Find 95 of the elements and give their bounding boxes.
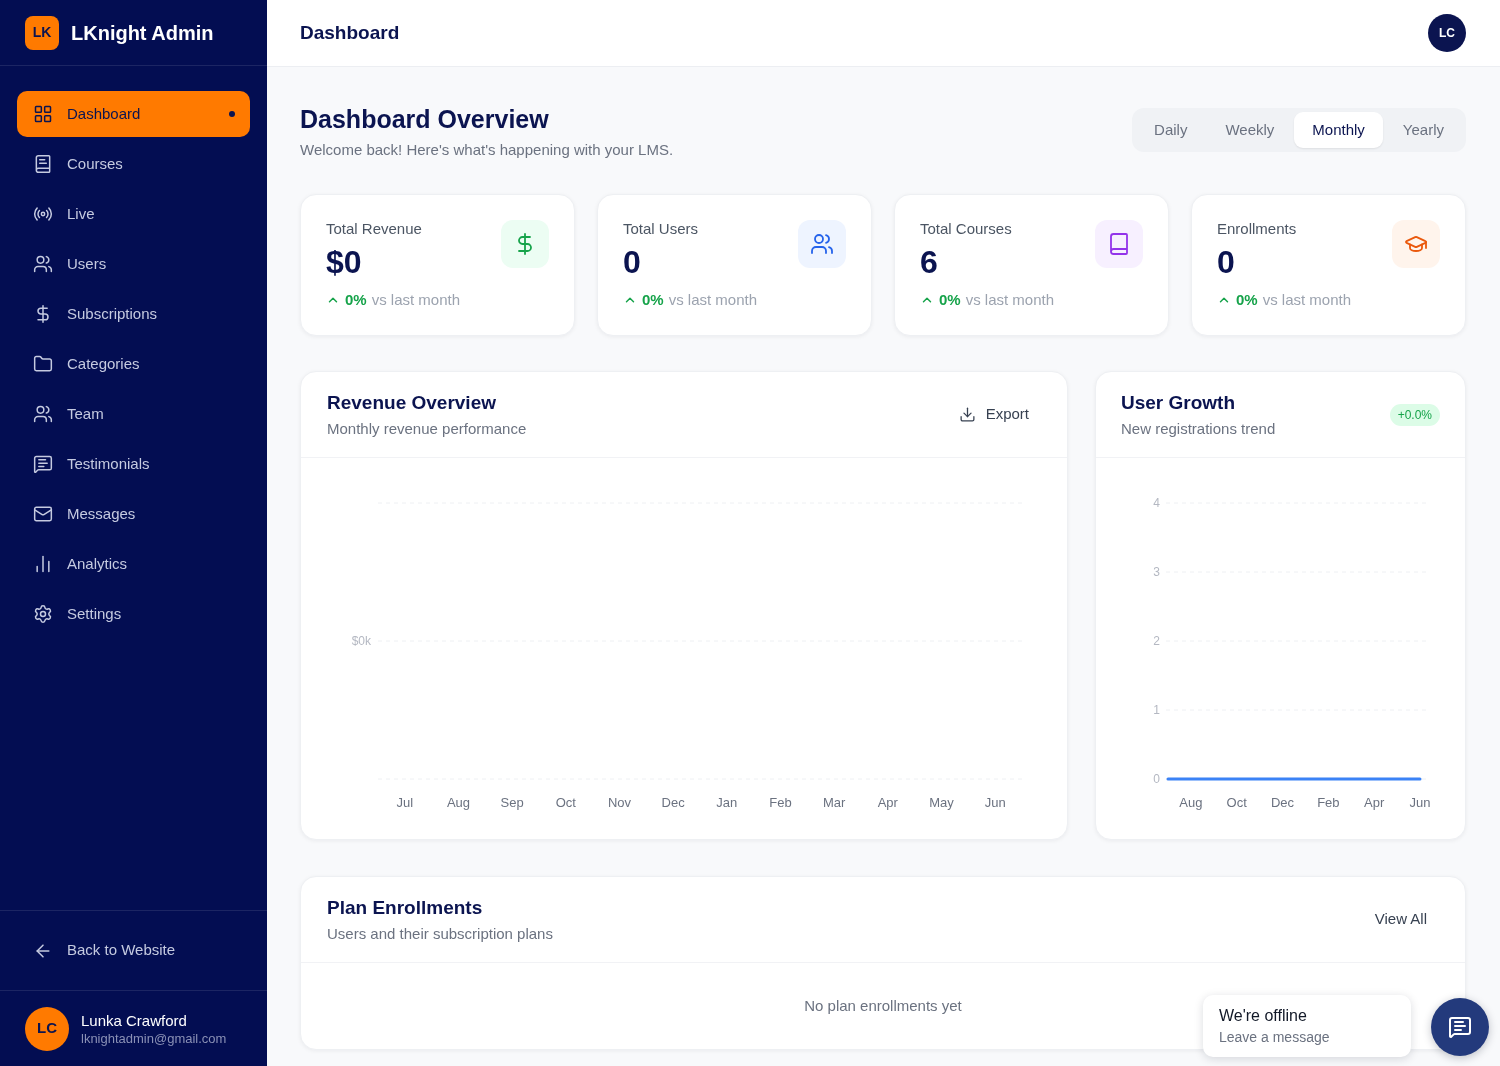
folder-icon (33, 354, 53, 374)
grid-icon (33, 104, 53, 124)
page-title: Dashboard Overview (300, 104, 549, 134)
y-axis-label: $0k (351, 634, 371, 648)
nav-item[interactable]: Team (17, 391, 250, 437)
x-axis-label: Oct (555, 795, 576, 810)
period-tab[interactable]: Daily (1136, 112, 1206, 148)
nav-item[interactable]: Users (17, 241, 250, 287)
graduation-cap-icon (1392, 220, 1440, 268)
stat-label: Total Courses (920, 220, 1012, 238)
settings-icon (33, 604, 53, 624)
stat-value: 0 (623, 244, 641, 280)
x-axis-label: Oct (1226, 795, 1247, 810)
empty-message: No plan enrollments yet (804, 995, 962, 1016)
app-title: LKnight Admin (71, 20, 214, 46)
y-axis-label: 0 (1153, 772, 1160, 786)
period-tab[interactable]: Monthly (1294, 112, 1383, 148)
logo-badge: LK (25, 15, 59, 50)
nav-item[interactable]: Live (17, 191, 250, 237)
chat-status: We're offline (1219, 1006, 1307, 1026)
y-axis-label: 1 (1153, 703, 1160, 717)
x-axis-label: Jan (716, 795, 738, 810)
card-subtitle: New registrations trend (1121, 418, 1276, 439)
x-axis-label: Apr (1364, 795, 1385, 810)
page-subtitle: Welcome back! Here's what's happening with your LMS. (300, 140, 674, 160)
nav-item[interactable]: Subscriptions (17, 291, 250, 337)
broadcast-icon (33, 204, 53, 224)
change-note: vs last month (965, 290, 1055, 310)
nav-item[interactable]: Testimonials (17, 441, 250, 487)
nav-item[interactable]: Analytics (17, 541, 250, 587)
x-axis-label: Aug (1179, 795, 1203, 810)
mail-icon (33, 504, 53, 524)
book-icon (1095, 220, 1143, 268)
nav-item[interactable]: Courses (17, 141, 250, 187)
change-note: vs last month (668, 290, 758, 310)
profile-avatar[interactable]: LC (1428, 14, 1466, 52)
period-tab[interactable]: Weekly (1207, 112, 1293, 148)
x-axis-label: Jul (396, 795, 414, 810)
change-note: vs last month (371, 290, 461, 310)
x-axis-label: Nov (607, 795, 632, 810)
users-icon (33, 404, 53, 424)
card-title: Revenue Overview (327, 390, 496, 415)
x-axis-label: Feb (769, 795, 792, 810)
stat-value: 0 (1217, 244, 1235, 280)
nav-item[interactable]: Settings (17, 591, 250, 637)
y-axis-label: 2 (1153, 634, 1160, 648)
download-icon (958, 406, 976, 423)
user-name: Lunka Crawford (81, 1010, 187, 1030)
change-value: 0% (345, 290, 367, 310)
export-button[interactable]: Export (946, 397, 1041, 432)
x-axis-label: Dec (661, 795, 685, 810)
y-axis-label: 3 (1153, 565, 1160, 579)
card-title: User Growth (1121, 390, 1236, 415)
chat-prompt: Leave a message (1219, 1028, 1330, 1046)
x-axis-label: Aug (446, 795, 471, 810)
stat-label: Enrollments (1217, 220, 1297, 238)
back-link[interactable]: Back to Website (17, 927, 250, 974)
nav-item[interactable]: Messages (17, 491, 250, 537)
bar-chart-icon (33, 554, 53, 574)
x-axis-label: Dec (1271, 795, 1295, 810)
chat-icon (33, 454, 53, 474)
user-avatar: LC (25, 1006, 69, 1051)
growth-badge: +0.0% (1389, 403, 1440, 426)
x-axis-label: Jun (1409, 795, 1431, 810)
stat-label: Total Users (623, 220, 699, 238)
chat-icon (1448, 1015, 1472, 1039)
x-axis-label: May (929, 795, 954, 810)
stat-value: 6 (920, 244, 938, 280)
change-value: 0% (642, 290, 664, 310)
change-note: vs last month (1262, 290, 1352, 310)
chat-button[interactable] (1431, 998, 1489, 1056)
header-title: Dashboard (300, 20, 400, 45)
x-axis-label: Jun (984, 795, 1006, 810)
change-value: 0% (939, 290, 961, 310)
x-axis-label: Feb (1317, 795, 1340, 810)
period-tab[interactable]: Yearly (1384, 112, 1462, 148)
users-icon (33, 254, 53, 274)
stat-value: $0 (326, 244, 362, 280)
chat-bubble[interactable]: We're offline Leave a message (1203, 995, 1411, 1057)
card-subtitle: Users and their subscription plans (327, 923, 553, 944)
card-subtitle: Monthly revenue performance (327, 418, 527, 439)
change-value: 0% (1236, 290, 1258, 310)
x-axis-label: Sep (500, 795, 524, 810)
x-axis-label: Mar (822, 795, 846, 810)
nav-item[interactable]: Categories (17, 341, 250, 387)
nav-item[interactable]: Dashboard (17, 91, 250, 137)
book-icon (33, 154, 53, 174)
user-email: lknightadmin@gmail.com (81, 1029, 227, 1047)
y-axis-label: 4 (1153, 496, 1160, 510)
users-icon (798, 220, 846, 268)
card-title: Plan Enrollments (327, 895, 483, 920)
x-axis-label: Apr (877, 795, 898, 810)
view-all-link[interactable]: View All (1362, 902, 1439, 937)
stat-label: Total Revenue (326, 220, 422, 238)
dollar-icon (501, 220, 549, 268)
